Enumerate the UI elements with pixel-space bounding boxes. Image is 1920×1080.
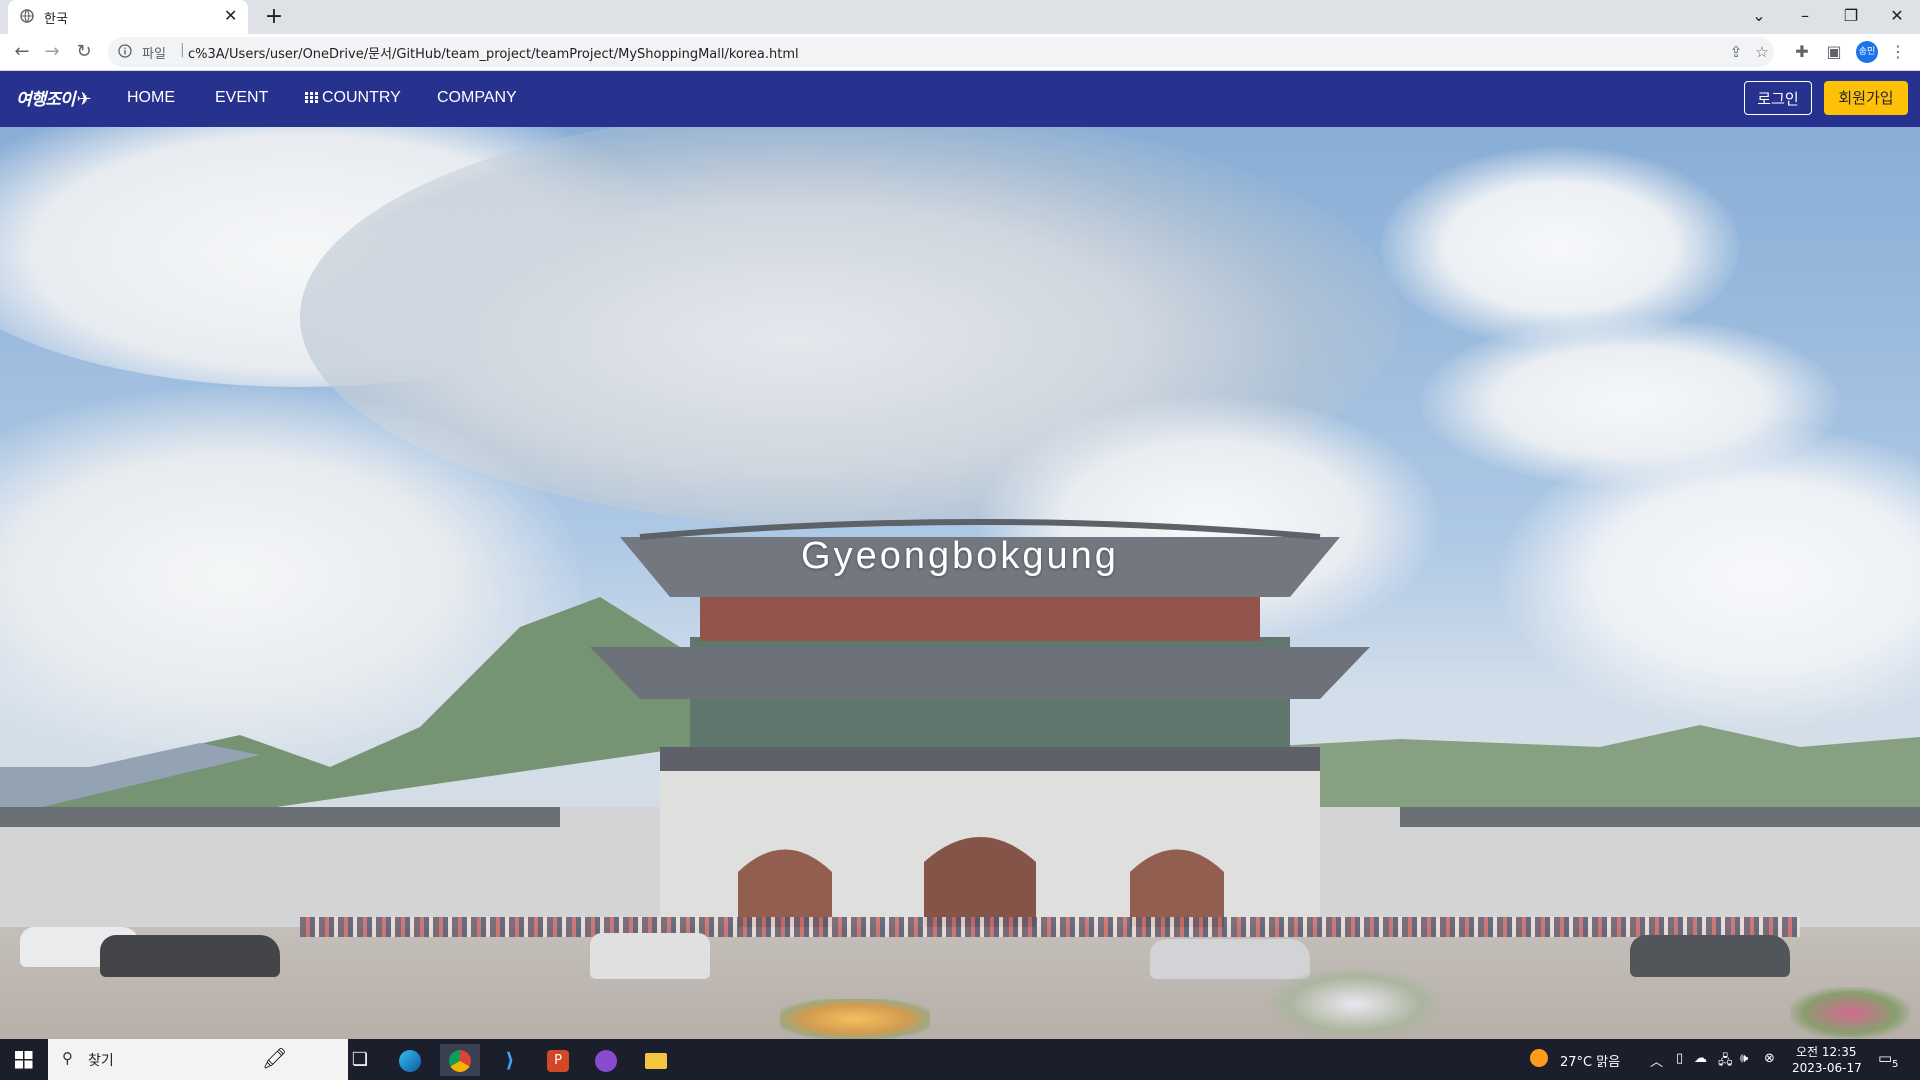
taskbar: ⚲ 찾기 🖍 ❏ ⟩ P 27°C 맑음 ︿ ▯ ☁ 🖧 🕪 ⊗ 오전 12:3… [0,1039,1920,1080]
bookmark-star-icon[interactable]: ☆ [1752,42,1772,62]
onedrive-icon[interactable]: ☁ [1694,1051,1707,1066]
browser-toolbar: ← → ↻ 파일 | c%3A/Users/user/OneDrive/문서/G… [0,34,1920,71]
taskbar-search-box[interactable]: ⚲ 찾기 🖍 [48,1039,348,1080]
nav-country[interactable]: COUNTRY [305,89,401,107]
network-icon[interactable]: 🖧 [1718,1051,1733,1073]
nav-company[interactable]: COMPANY [437,89,517,107]
close-window-button[interactable]: ✕ [1874,0,1920,34]
logo-text: 여행조이 [16,90,76,110]
mute-status-icon[interactable]: ⊗ [1764,1051,1775,1066]
extensions-puzzle-icon[interactable]: ✚ [1790,40,1814,64]
browser-tab-strip: 한국 ✕ + ⌄ – ❐ ✕ [0,0,1920,34]
tab-search-chevron-icon[interactable]: ⌄ [1736,0,1782,34]
volume-icon[interactable]: 🕪 [1740,1051,1748,1066]
nav-event[interactable]: EVENT [215,89,268,107]
file-explorer-icon[interactable] [636,1044,676,1076]
search-icon: ⚲ [62,1049,73,1067]
hero-image: Gyeongbokgung [0,127,1920,1039]
search-label: 찾기 [88,1053,114,1069]
edge-icon[interactable] [390,1044,430,1076]
url-text[interactable]: c%3A/Users/user/OneDrive/문서/GitHub/team_… [188,43,799,62]
signup-button[interactable]: 회원가입 [1824,81,1908,115]
clock-date[interactable]: 2023-06-17 [1792,1061,1862,1075]
minimize-button[interactable]: – [1782,0,1828,34]
browser-tab[interactable]: 한국 ✕ [8,0,248,34]
scheme-divider: | [180,42,185,58]
site-navbar: 여행조이 ✈ HOME EVENT COUNTRY COMPANY 로그인 회원가… [0,71,1920,127]
notification-count: 5 [1892,1059,1899,1070]
globe-icon [20,9,34,23]
login-button[interactable]: 로그인 [1744,81,1812,115]
github-desktop-icon[interactable] [586,1044,626,1076]
share-icon[interactable]: ⇪ [1726,42,1746,62]
info-icon[interactable] [118,44,132,58]
new-tab-button[interactable]: + [260,3,288,31]
search-highlight-icon: 🖍 [262,1046,288,1070]
back-arrow-icon[interactable]: ← [8,38,36,66]
tab-title: 한국 [44,12,68,27]
restore-button[interactable]: ❐ [1828,0,1874,34]
web-page: 여행조이 ✈ HOME EVENT COUNTRY COMPANY 로그인 회원가… [0,71,1920,1039]
grid-icon [305,92,318,103]
tray-chevron-icon[interactable]: ︿ [1650,1051,1663,1070]
powerpoint-icon[interactable]: P [538,1044,578,1076]
side-panel-icon[interactable]: ▣ [1822,40,1846,64]
chrome-icon[interactable] [440,1044,480,1076]
airplane-icon: ✈ [76,89,92,110]
notification-icon[interactable]: ▭ [1878,1049,1892,1067]
weather-sun-icon[interactable] [1530,1049,1548,1071]
hero-overlay [0,127,1920,1039]
forward-arrow-icon[interactable]: → [38,38,66,66]
nav-home[interactable]: HOME [127,89,175,107]
tray-app-icon[interactable]: ▯ [1676,1051,1683,1066]
vscode-icon[interactable]: ⟩ [490,1044,530,1076]
clock-time[interactable]: 오전 12:35 [1796,1043,1856,1060]
profile-avatar[interactable]: 송민 [1856,41,1878,63]
scheme-label: 파일 [142,47,166,62]
hero-title: Gyeongbokgung [801,535,1119,577]
task-view-icon[interactable]: ❏ [340,1044,380,1076]
site-logo[interactable]: 여행조이 ✈ [16,85,92,110]
tab-close-icon[interactable]: ✕ [224,7,237,25]
weather-text[interactable]: 27°C 맑음 [1560,1051,1620,1070]
nav-country-label: COUNTRY [322,89,401,106]
reload-icon[interactable]: ↻ [70,38,98,66]
address-bar[interactable]: 파일 | c%3A/Users/user/OneDrive/문서/GitHub/… [108,37,1774,67]
more-menu-icon[interactable]: ⋮ [1886,40,1910,64]
windows-start-icon[interactable] [0,1039,48,1080]
